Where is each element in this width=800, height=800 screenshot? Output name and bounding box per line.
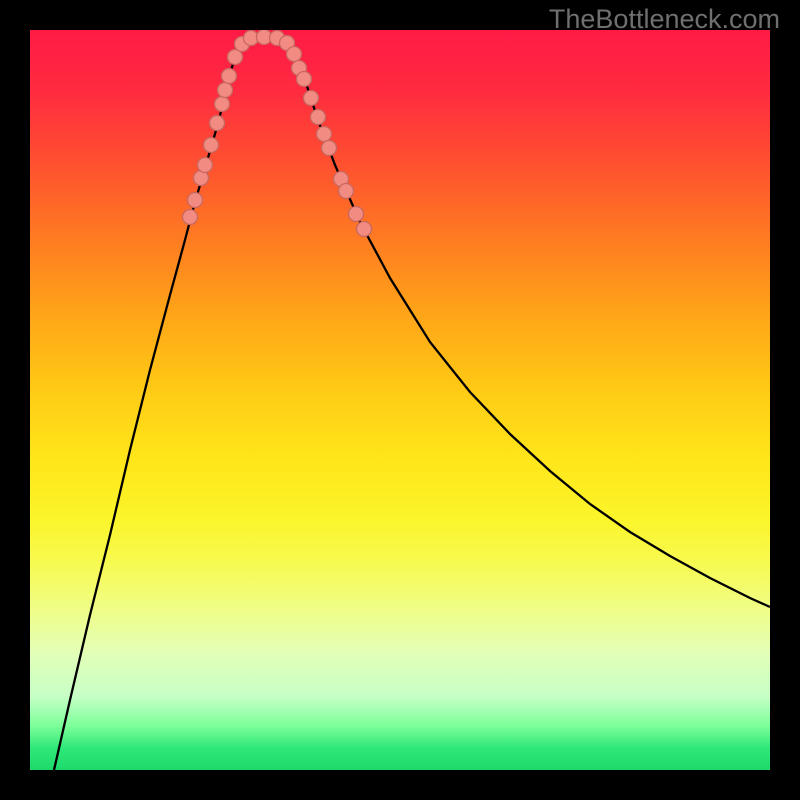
data-point: [311, 110, 326, 125]
data-point: [297, 72, 312, 87]
data-point: [349, 207, 364, 222]
bottleneck-curve: [54, 37, 770, 770]
data-point: [317, 127, 332, 142]
chart-frame: TheBottleneck.com: [0, 0, 800, 800]
data-point: [188, 193, 203, 208]
data-point: [287, 47, 302, 62]
data-point: [304, 91, 319, 106]
data-point: [218, 83, 233, 98]
data-point: [339, 184, 354, 199]
data-point: [198, 158, 213, 173]
data-point: [322, 141, 337, 156]
data-point: [204, 138, 219, 153]
data-point: [222, 69, 237, 84]
data-point: [357, 222, 372, 237]
data-point: [210, 116, 225, 131]
data-point: [215, 97, 230, 112]
chart-svg: [30, 30, 770, 770]
data-point: [183, 210, 198, 225]
